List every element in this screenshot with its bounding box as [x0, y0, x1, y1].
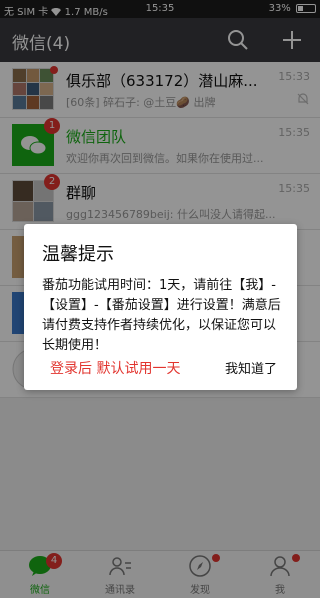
tip-dialog: 温馨提示 番茄功能试用时间：1天，请前往【我】-【设置】-【番茄设置】进行设置！… [24, 224, 297, 390]
got-it-button[interactable]: 我知道了 [225, 358, 277, 377]
login-trial-button[interactable]: 登录后 默认试用一天 [50, 358, 180, 378]
dialog-message: 番茄功能试用时间：1天，请前往【我】-【设置】-【番茄设置】进行设置！满意后请付… [42, 278, 281, 353]
dialog-title: 温馨提示 [42, 244, 114, 265]
